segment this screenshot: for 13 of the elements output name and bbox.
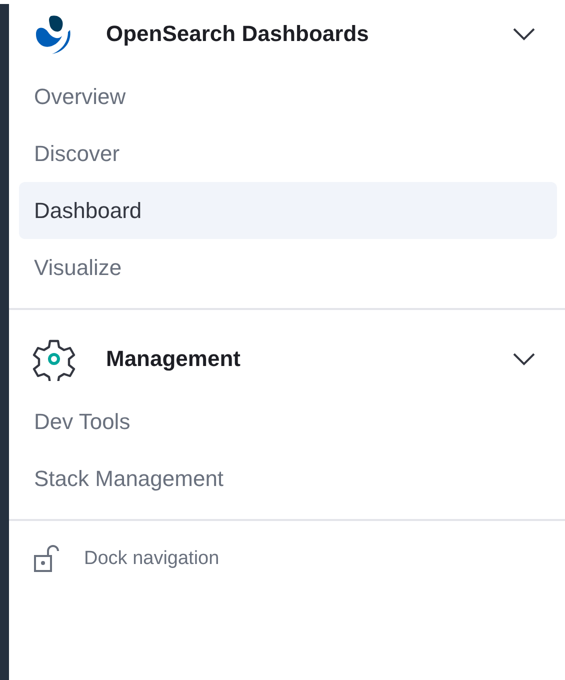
nav-item[interactable]: Discover xyxy=(19,125,557,182)
gear-icon xyxy=(32,337,76,381)
section-title: Management xyxy=(106,346,242,372)
nav-item[interactable]: Dashboard xyxy=(19,182,557,239)
nav-item[interactable]: Visualize xyxy=(19,239,557,296)
unlock-icon[interactable] xyxy=(33,545,59,573)
chevron-icon[interactable] xyxy=(511,26,537,42)
nav-item[interactable]: Dev Tools xyxy=(19,393,557,450)
section-title: OpenSearch Dashboards xyxy=(106,21,370,47)
dock-navigation-link[interactable]: Dock navigation xyxy=(84,548,220,570)
nav-item[interactable]: Overview xyxy=(19,68,557,125)
chevron-icon[interactable] xyxy=(511,351,537,367)
nav-item[interactable]: Stack Management xyxy=(19,450,557,507)
